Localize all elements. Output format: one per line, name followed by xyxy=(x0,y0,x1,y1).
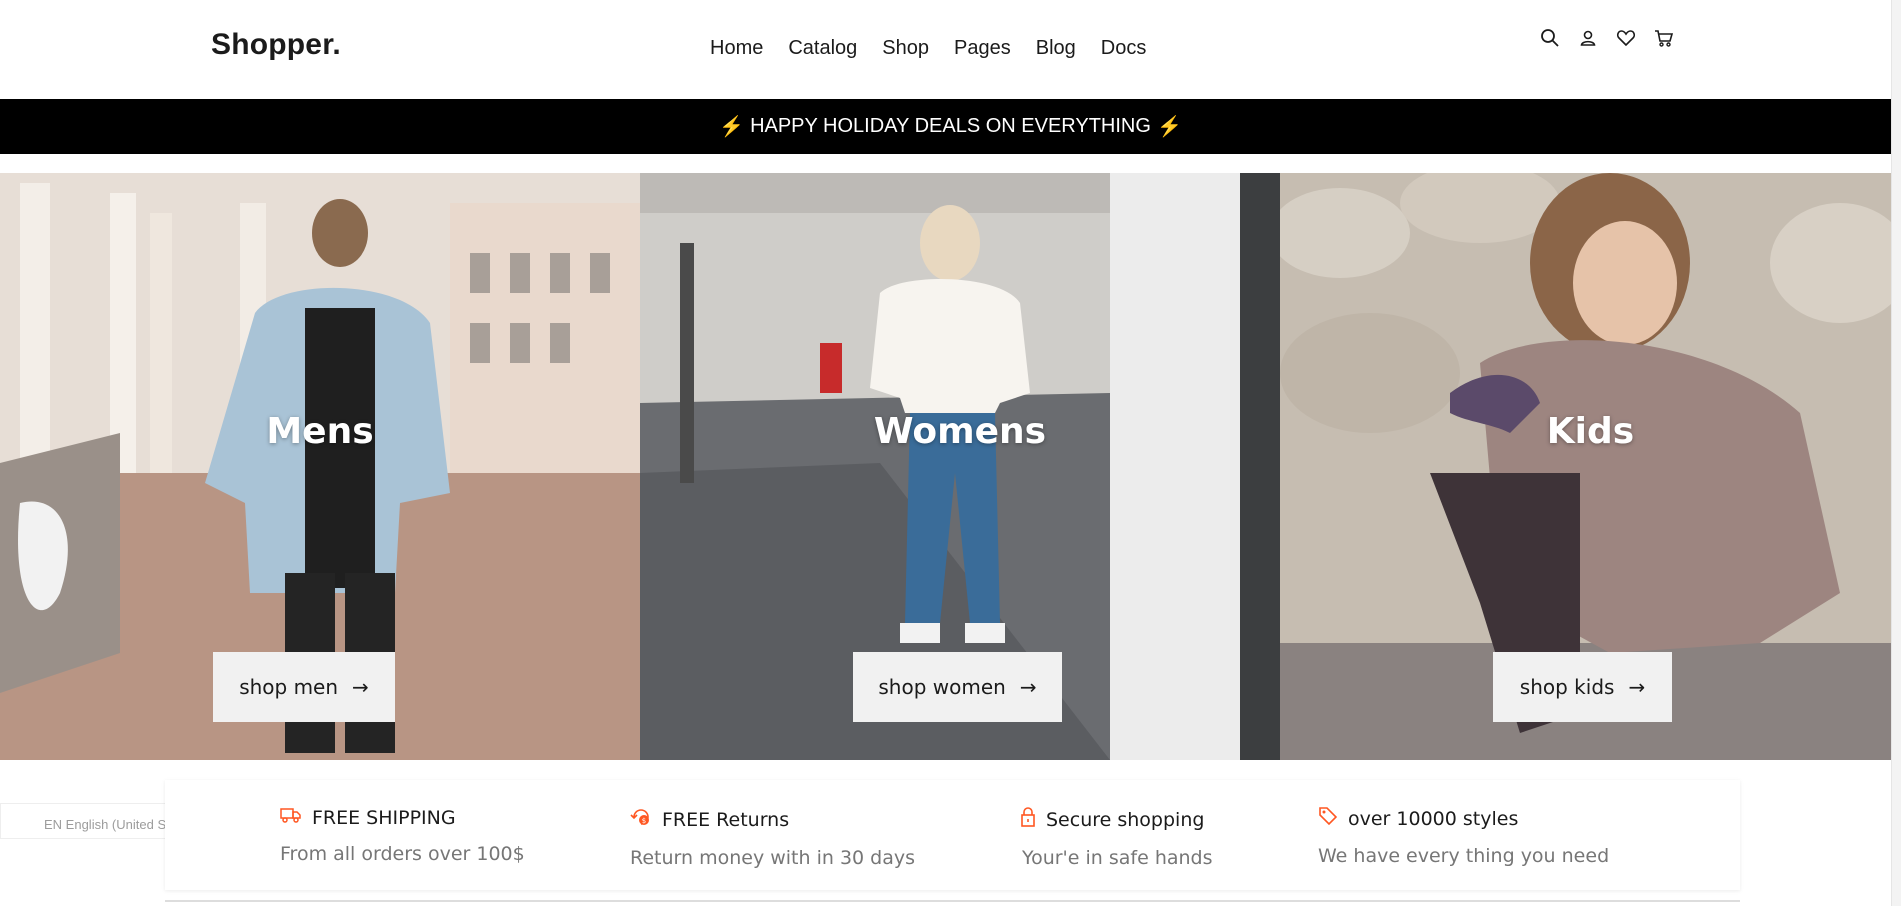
page-scrollbar[interactable] xyxy=(1891,0,1901,906)
category-panel-kids[interactable]: Kids shop kids → xyxy=(1280,173,1901,760)
promo-bar: ⚡ HAPPY HOLIDAY DEALS ON EVERYTHING ⚡ xyxy=(0,99,1901,154)
shop-women-button[interactable]: shop women → xyxy=(853,652,1062,722)
svg-text:$: $ xyxy=(642,817,646,825)
features-bar: FREE SHIPPING From all orders over 100$ … xyxy=(165,780,1740,890)
feature-title: FREE SHIPPING xyxy=(312,806,456,829)
shop-men-label: shop men xyxy=(239,675,339,699)
shop-women-label: shop women xyxy=(878,675,1006,699)
feature-title: over 10000 styles xyxy=(1348,807,1519,830)
shop-men-button[interactable]: shop men → xyxy=(213,652,395,722)
tag-icon xyxy=(1318,806,1338,831)
category-title-mens: Mens xyxy=(266,411,374,452)
search-icon[interactable] xyxy=(1540,28,1560,48)
category-panel-mens[interactable]: Mens shop men → xyxy=(0,173,640,760)
nav-pages[interactable]: Pages xyxy=(954,37,1011,60)
category-panel-womens[interactable]: Womens shop women → xyxy=(640,173,1280,760)
nav-blog[interactable]: Blog xyxy=(1036,37,1076,60)
nav-catalog[interactable]: Catalog xyxy=(788,37,857,60)
user-icon[interactable] xyxy=(1578,28,1598,48)
category-title-kids: Kids xyxy=(1546,411,1635,452)
feature-returns: $ FREE Returns Return money with in 30 d… xyxy=(630,806,916,870)
nav-shop[interactable]: Shop xyxy=(882,37,929,60)
feature-shipping: FREE SHIPPING From all orders over 100$ xyxy=(280,806,525,866)
feature-title: FREE Returns xyxy=(662,808,790,831)
feature-subtitle: Your'e in safe hands xyxy=(1022,847,1213,869)
bolt-icon: ⚡ xyxy=(1156,116,1182,138)
feature-subtitle: We have every thing you need xyxy=(1318,845,1610,867)
hero-categories: Mens shop men → Womens shop women → Kids… xyxy=(0,173,1901,760)
logo[interactable]: Shopper. xyxy=(211,28,341,62)
nav-home[interactable]: Home xyxy=(710,37,763,60)
feature-subtitle: From all orders over 100$ xyxy=(280,843,525,865)
header: Shopper. Home Catalog Shop Pages Blog Do… xyxy=(0,0,1901,99)
cart-icon[interactable] xyxy=(1654,28,1674,48)
bolt-icon: ⚡ xyxy=(719,116,745,138)
arrow-right-icon: → xyxy=(1019,675,1037,699)
feature-styles: over 10000 styles We have every thing yo… xyxy=(1318,806,1609,867)
shop-kids-button[interactable]: shop kids → xyxy=(1493,652,1672,722)
arrow-right-icon: → xyxy=(352,675,369,699)
feature-secure: Secure shopping Your'e in safe hands xyxy=(1020,806,1213,869)
feature-title: Secure shopping xyxy=(1046,808,1205,831)
promo-text: HAPPY HOLIDAY DEALS ON EVERYTHING xyxy=(750,115,1151,137)
divider xyxy=(165,900,1740,902)
heart-icon[interactable] xyxy=(1616,28,1636,48)
shop-kids-label: shop kids xyxy=(1519,675,1615,699)
main-nav: Home Catalog Shop Pages Blog Docs xyxy=(710,37,1171,60)
feature-subtitle: Return money with in 30 days xyxy=(630,847,916,869)
category-title-womens: Womens xyxy=(873,411,1047,452)
header-icons xyxy=(1540,28,1674,48)
refund-icon: $ xyxy=(630,806,652,833)
truck-icon xyxy=(280,806,302,829)
nav-docs[interactable]: Docs xyxy=(1101,37,1147,60)
lock-icon xyxy=(1020,806,1036,833)
arrow-right-icon: → xyxy=(1628,675,1646,699)
